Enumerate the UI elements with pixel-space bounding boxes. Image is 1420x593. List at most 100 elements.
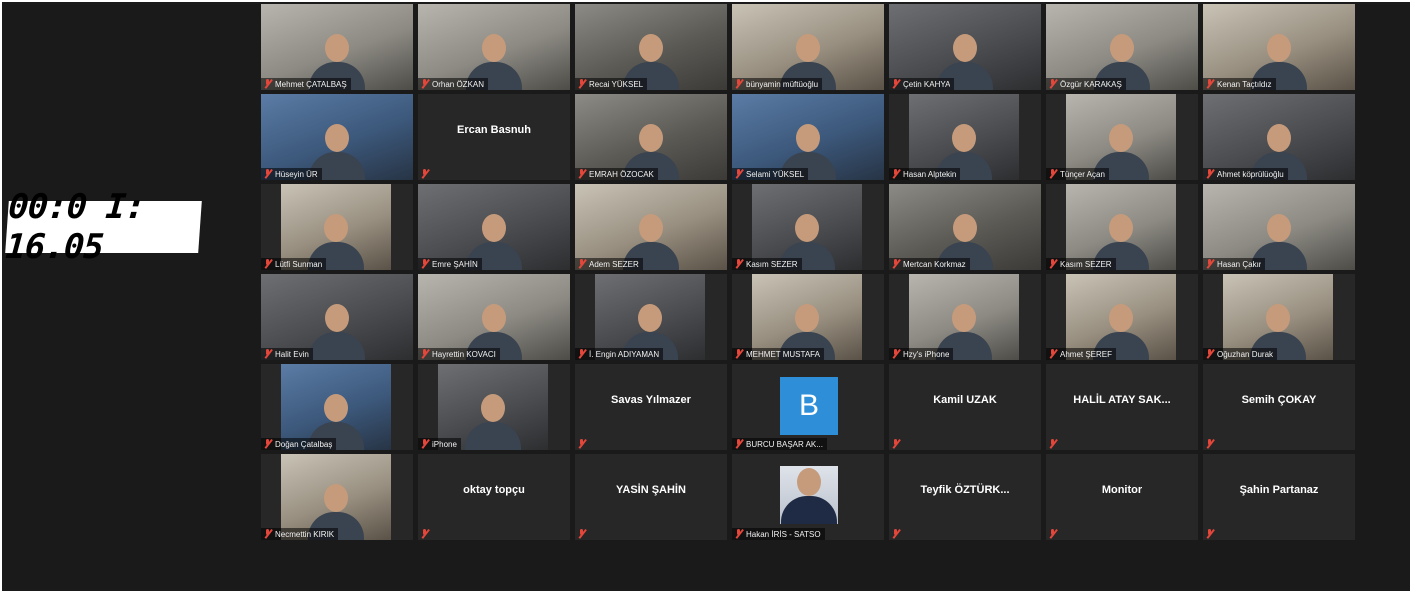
participant-name-label: Hüseyin ÜR: [261, 168, 322, 180]
participant-name: İ. Engin ADIYAMAN: [589, 349, 660, 359]
participant-tile[interactable]: Özgür KARAKAŞ: [1046, 4, 1198, 90]
participant-name: Ahmet köprülüoğlu: [1217, 169, 1284, 179]
participant-tile[interactable]: B BURCU BAŞAR AK...: [732, 364, 884, 450]
participant-display-name: oktay topçu: [463, 484, 525, 496]
participant-display-name: Savas Yılmazer: [611, 394, 691, 406]
participant-tile[interactable]: Hasan Alptekin: [889, 94, 1041, 180]
participant-tile[interactable]: Savas Yılmazer: [575, 364, 727, 450]
participant-name: Oğuzhan Durak: [1217, 349, 1274, 359]
participant-name: Kenan Taçtıldız: [1217, 79, 1272, 89]
participant-tile[interactable]: Teyfik ÖZTÜRK...: [889, 454, 1041, 540]
muted-mic-icon: [577, 259, 586, 269]
muted-mic-icon: [263, 79, 272, 89]
participant-name-label: Kasım SEZER: [732, 258, 802, 270]
muted-mic-icon: [734, 169, 743, 179]
participant-tile[interactable]: İ. Engin ADIYAMAN: [575, 274, 727, 360]
participant-tile[interactable]: Recai YÜKSEL: [575, 4, 727, 90]
participant-tile[interactable]: Kenan Taçtıldız: [1203, 4, 1355, 90]
muted-mic-icon: [734, 79, 743, 89]
muted-mic-icon: [420, 79, 429, 89]
participant-tile[interactable]: Kasım SEZER: [1046, 184, 1198, 270]
participant-tile[interactable]: Hüseyin ÜR: [261, 94, 413, 180]
participant-silhouette: [465, 388, 521, 450]
participant-name: Orhan ÖZKAN: [432, 79, 485, 89]
participant-tile[interactable]: MEHMET MUSTAFA: [732, 274, 884, 360]
participant-tile[interactable]: Hzy's iPhone: [889, 274, 1041, 360]
participant-tile[interactable]: Orhan ÖZKAN: [418, 4, 570, 90]
participant-tile[interactable]: Hakan İRİS - SATSO: [732, 454, 884, 540]
participant-tile[interactable]: Halit Evin: [261, 274, 413, 360]
participant-name-label: Ahmet köprülüoğlu: [1203, 168, 1288, 180]
participant-tile[interactable]: Semih ÇOKAY: [1203, 364, 1355, 450]
muted-mic-icon: [263, 259, 272, 269]
participant-name: Adem SEZER: [589, 259, 639, 269]
participant-tile[interactable]: Ahmet ŞEREF: [1046, 274, 1198, 360]
muted-mic-icon: [577, 79, 586, 89]
participant-name-label: Orhan ÖZKAN: [418, 78, 489, 90]
participant-mute-indicator: [1046, 528, 1064, 540]
muted-mic-icon: [891, 349, 900, 359]
muted-mic-icon: [891, 529, 900, 539]
participant-tile[interactable]: HALİL ATAY SAK...: [1046, 364, 1198, 450]
participant-tile[interactable]: Hasan Çakır: [1203, 184, 1355, 270]
participant-mute-indicator: [1203, 438, 1221, 450]
participant-name-label: Oğuzhan Durak: [1203, 348, 1278, 360]
participant-mute-indicator: [575, 528, 593, 540]
muted-mic-icon: [577, 169, 586, 179]
participant-name-label: Lütfi Sunman: [261, 258, 327, 270]
participant-mute-indicator: [1046, 438, 1064, 450]
participant-name-label: Hayrettin KOVACI: [418, 348, 500, 360]
participant-tile[interactable]: Şahin Partanaz: [1203, 454, 1355, 540]
participant-tile[interactable]: Hayrettin KOVACI: [418, 274, 570, 360]
participant-tile[interactable]: Ercan Basnuh: [418, 94, 570, 180]
muted-mic-icon: [577, 439, 586, 449]
participant-name-label: MEHMET MUSTAFA: [732, 348, 824, 360]
participant-tile[interactable]: YASİN ŞAHİN: [575, 454, 727, 540]
muted-mic-icon: [420, 349, 429, 359]
participant-tile[interactable]: Selami YÜKSEL: [732, 94, 884, 180]
participant-tile[interactable]: bünyamin müftüoğlu: [732, 4, 884, 90]
participant-name: Recai YÜKSEL: [589, 79, 644, 89]
participant-tile[interactable]: Kamil UZAK: [889, 364, 1041, 450]
participant-tile[interactable]: Tünçer Açan: [1046, 94, 1198, 180]
participant-display-name: Ercan Basnuh: [457, 124, 531, 136]
muted-mic-icon: [1205, 259, 1214, 269]
participant-name-label: Doğan Çatalbaş: [261, 438, 337, 450]
muted-mic-icon: [1205, 439, 1214, 449]
participant-tile[interactable]: Emre ŞAHİN: [418, 184, 570, 270]
participant-mute-indicator: [889, 438, 907, 450]
muted-mic-icon: [891, 259, 900, 269]
participant-tile[interactable]: Kasım SEZER: [732, 184, 884, 270]
participant-tile[interactable]: Necmettin KIRIK: [261, 454, 413, 540]
participant-tile[interactable]: Adem SEZER: [575, 184, 727, 270]
muted-mic-icon: [891, 79, 900, 89]
participant-name: Hakan İRİS - SATSO: [746, 529, 821, 539]
participant-tile[interactable]: oktay topçu: [418, 454, 570, 540]
participant-tile[interactable]: Mertcan Korkmaz: [889, 184, 1041, 270]
participant-name: Kasım SEZER: [746, 259, 798, 269]
participant-tile[interactable]: Çetin KAHYA: [889, 4, 1041, 90]
muted-mic-icon: [891, 439, 900, 449]
participant-name: Hasan Çakır: [1217, 259, 1262, 269]
participant-display-name: Kamil UZAK: [933, 394, 997, 406]
participant-name: EMRAH ÖZOCAK: [589, 169, 654, 179]
participant-name-label: Emre ŞAHİN: [418, 258, 482, 270]
participant-display-name: Monitor: [1101, 484, 1143, 496]
participant-name-label: iPhone: [418, 438, 461, 450]
participant-tile[interactable]: Lütfi Sunman: [261, 184, 413, 270]
participant-mute-indicator: [575, 438, 593, 450]
participant-tile[interactable]: EMRAH ÖZOCAK: [575, 94, 727, 180]
participant-tile[interactable]: iPhone: [418, 364, 570, 450]
participant-tile[interactable]: Ahmet köprülüoğlu: [1203, 94, 1355, 180]
participant-tile[interactable]: Monitor: [1046, 454, 1198, 540]
elapsed-timer: 00:0 I: 16.05: [4, 187, 202, 267]
muted-mic-icon: [891, 169, 900, 179]
participant-display-name: Teyfik ÖZTÜRK...: [920, 484, 1010, 496]
participant-name-label: Mertcan Korkmaz: [889, 258, 970, 270]
participant-tile[interactable]: Mehmet ÇATALBAŞ: [261, 4, 413, 90]
muted-mic-icon: [263, 529, 272, 539]
participant-tile[interactable]: Oğuzhan Durak: [1203, 274, 1355, 360]
participant-display-name: YASİN ŞAHİN: [616, 484, 686, 496]
zoom-meeting-window: 00:0 I: 16.05 Mehmet ÇATALBAŞ Orhan ÖZKAN…: [2, 2, 1410, 591]
participant-tile[interactable]: Doğan Çatalbaş: [261, 364, 413, 450]
